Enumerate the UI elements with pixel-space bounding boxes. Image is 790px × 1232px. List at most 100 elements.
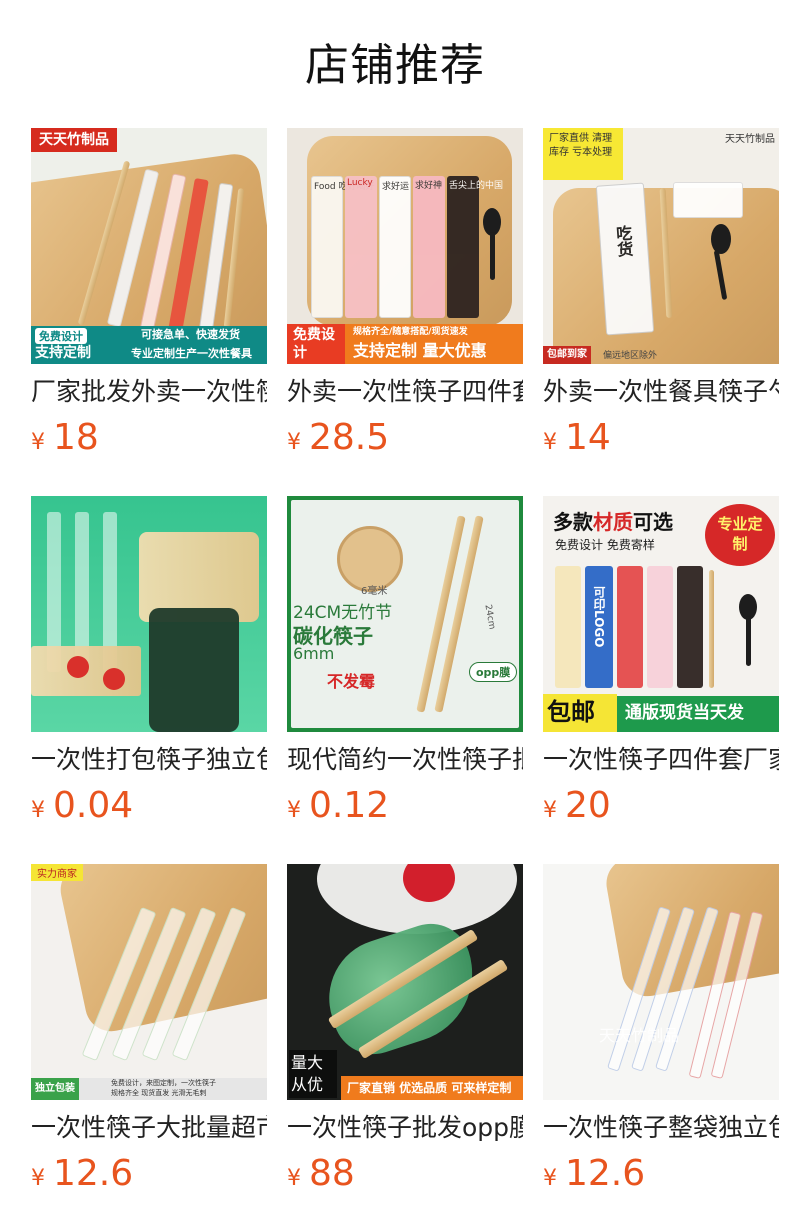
custom-stamp: 专业定制 [705,504,775,566]
product-name[interactable]: 现代简约一次性筷子批发 [287,742,523,778]
pack-label: 吃货 [612,224,634,258]
promo-badge: 独立包装 [31,1078,79,1100]
product-price: ¥14 [543,416,611,460]
chopstick-pack: Lucky [345,176,377,318]
product-price: ¥18 [31,416,99,460]
currency-symbol: ¥ [31,1166,45,1191]
product-name[interactable]: 外卖一次性筷子四件套 [287,374,523,410]
shop-recommend-page: 店铺推荐 天天竹制品 免费设计 支持定制 可接急单、快速发货 专业定制生产一次性… [0,0,790,1232]
product-card[interactable]: 6毫米 24CM无竹节 碳化筷子 6mm 不发霉 24cm opp膜 现代简约一… [287,496,523,826]
chopstick-pack: Food 吃好喝好 [311,176,374,318]
chopstick-pack [677,566,703,688]
price-value: 14 [565,417,611,458]
headline-part: 可选 [633,510,673,534]
product-name[interactable]: 一次性筷子整袋独立包装 [543,1110,779,1146]
product-price: ¥20 [543,784,611,828]
product-card[interactable]: 多款材质可选 免费设计 免费寄样 专业定制 可印LOGO 包邮 通版现货当天发 … [543,496,779,826]
chopstick-pack [617,566,643,688]
promo-badge: 偏远地区除外 [603,351,658,361]
currency-symbol: ¥ [31,798,45,823]
promo-badge: 规格齐全 现货直发 光滑无毛刺 [111,1089,207,1097]
promo-badge: 免费设计 [287,324,345,364]
product-thumbnail[interactable] [31,496,267,732]
sub-headline: 免费设计 免费寄样 [555,538,655,552]
product-name[interactable]: 一次性打包筷子独立包装 [31,742,267,778]
napkin [673,182,743,218]
product-card[interactable]: 吃货 厂家直供 清理库存 亏本处理 天天竹制品 包邮到家 偏远地区除外 外卖一次… [543,128,779,458]
film-badge: opp膜 [469,662,518,682]
merchant-tag: 实力商家 [31,864,83,881]
product-card[interactable]: 一次性打包筷子独立包装 ¥0.04 [31,496,267,826]
chopstick-pack [647,566,673,688]
page-title: 店铺推荐 [305,40,485,91]
product-name[interactable]: 一次性筷子批发opp膜独立包装 [287,1110,523,1146]
product-thumbnail[interactable]: 吃货 厂家直供 清理库存 亏本处理 天天竹制品 包邮到家 偏远地区除外 [543,128,779,364]
price-value: 0.04 [53,785,134,826]
chopsticks [709,570,714,688]
product-card[interactable]: Food 吃好喝好 Lucky 求好运 求好神 舌尖上的中国 免费设计 规格齐全… [287,128,523,458]
promo-badge: 可接急单、快速发货 [141,328,240,341]
promo-badge: 规格齐全/随意搭配/现货速发 [353,327,468,337]
product-thumbnail[interactable]: 实力商家 独立包装 免费设计，来图定制，一次性筷子 规格齐全 现货直发 光滑无毛… [31,864,267,1100]
product-card[interactable]: 天天竹制品 免费设计 支持定制 可接急单、快速发货 专业定制生产一次性餐具 厂家… [31,128,267,458]
product-thumbnail[interactable]: 6毫米 24CM无竹节 碳化筷子 6mm 不发霉 24cm opp膜 [287,496,523,732]
promo-footer: 厂家直销 优选品质 可来样定制 [341,1076,523,1100]
pack-label: 可印LOGO [592,586,606,648]
product-price: ¥88 [287,1152,355,1196]
promo-badge: 包邮 [543,694,617,732]
product-name[interactable]: 一次性筷子大批量超市 [31,1110,267,1146]
promo-badge: 免费设计，来图定制，一次性筷子 [111,1079,216,1087]
promo-corner: 厂家直供 清理库存 亏本处理 [543,128,623,180]
pack-label: 求好神 [415,181,443,191]
promo-badge: 包邮到家 [543,346,591,364]
spoon [711,224,731,254]
pack-label: 求好运 [382,182,410,192]
chopstick-pack [555,566,581,688]
brand-label: 天天竹制品 [31,128,117,152]
product-price: ¥0.12 [287,784,389,828]
currency-symbol: ¥ [287,1166,301,1191]
product-name[interactable]: 厂家批发外卖一次性筷子 [31,374,267,410]
currency-symbol: ¥ [543,1166,557,1191]
price-value: 18 [53,417,99,458]
product-thumbnail[interactable]: 天天竹制品 免费设计 支持定制 可接急单、快速发货 专业定制生产一次性餐具 [31,128,267,364]
promo-badge: 支持定制 量大优惠 [353,341,487,360]
product-thumbnail[interactable]: 量大从优 厂家直销 优选品质 可来样定制 [287,864,523,1100]
pack-label: 舌尖上的中国 [449,181,504,191]
promo-badge: 支持定制 [35,345,91,361]
product-name[interactable]: 外卖一次性餐具筷子勺子 [543,374,779,410]
currency-symbol: ¥ [31,430,45,455]
product-thumbnail[interactable]: 多款材质可选 免费设计 免费寄样 专业定制 可印LOGO 包邮 通版现货当天发 [543,496,779,732]
strawberry [103,668,125,690]
product-name[interactable]: 一次性筷子四件套厂家直销 [543,742,779,778]
price-value: 12.6 [53,1153,134,1194]
product-price: ¥12.6 [31,1152,133,1196]
product-thumbnail[interactable]: Food 吃好喝好 Lucky 求好运 求好神 舌尖上的中国 免费设计 规格齐全… [287,128,523,364]
chopstick-pack: 求好神 [413,176,445,318]
promo-badge: 免费设计 [35,328,87,344]
promo-badge: 通版现货当天发 [625,703,744,723]
product-thumbnail[interactable]: 天天竹制品 [543,864,779,1100]
product-price: ¥28.5 [287,416,389,460]
currency-symbol: ¥ [543,798,557,823]
price-value: 28.5 [309,417,390,458]
currency-symbol: ¥ [543,430,557,455]
product-card[interactable]: 量大从优 厂家直销 优选品质 可来样定制 一次性筷子批发opp膜独立包装 ¥88 [287,864,523,1194]
strawberry [67,656,89,678]
product-price: ¥0.04 [31,784,133,828]
price-value: 88 [309,1153,355,1194]
pack-label: Lucky [347,178,373,188]
product-card[interactable]: 天天竹制品 一次性筷子整袋独立包装 ¥12.6 [543,864,779,1194]
brand-label: 天天竹制品 [725,134,775,145]
chopstick-pack: 求好运 [379,176,411,318]
spoon [490,232,495,280]
chopstick-pack: 舌尖上的中国 [447,176,503,318]
watermark: 天天竹制品 [599,1026,680,1045]
headline-part: 材质 [593,510,633,534]
product-card[interactable]: 实力商家 独立包装 免费设计，来图定制，一次性筷子 规格齐全 现货直发 光滑无毛… [31,864,267,1194]
headline: 多款材质可选 [553,506,673,535]
promo-badge: 专业定制生产一次性餐具 [131,347,252,360]
chopstick-holder [149,608,239,732]
chopstick-pack: 可印LOGO [585,566,613,688]
size-label: 6毫米 [361,586,388,597]
